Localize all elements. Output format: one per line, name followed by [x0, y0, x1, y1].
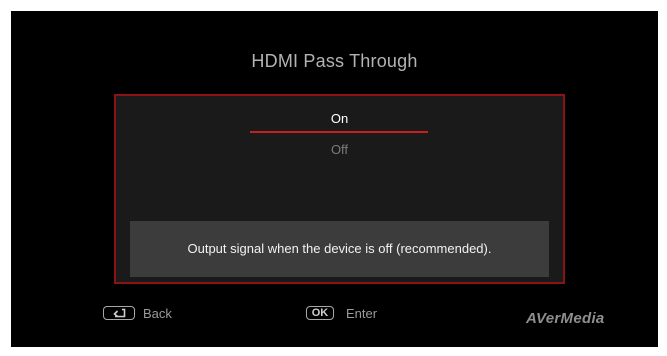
options-panel: On Off Output signal when the device is … [114, 94, 565, 284]
hint-text: Output signal when the device is off (re… [187, 241, 492, 256]
back-control[interactable]: Back [103, 305, 172, 321]
ok-key-icon: OK [306, 306, 334, 320]
back-label: Back [143, 305, 172, 321]
menu-title: HDMI Pass Through [251, 51, 418, 71]
hint-box: Output signal when the device is off (re… [130, 221, 549, 277]
selection-underline [250, 131, 428, 133]
return-icon [103, 306, 135, 320]
enter-label: Enter [346, 305, 378, 321]
avermedia-logo: AVerMedia [526, 310, 605, 327]
tv-screen: HDMI Pass Through On Off Output signal w… [11, 11, 658, 347]
option-on[interactable]: On [116, 111, 563, 126]
option-off[interactable]: Off [116, 142, 563, 157]
enter-control[interactable]: OK Enter [306, 305, 377, 321]
